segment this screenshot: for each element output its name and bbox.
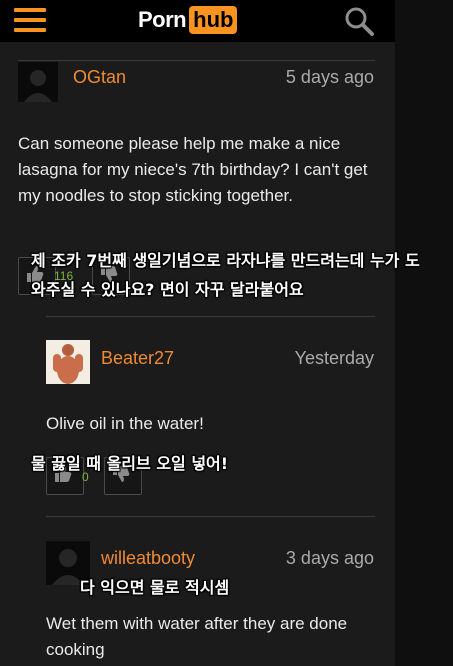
reply-divider: [46, 516, 375, 517]
default-avatar-icon: [18, 62, 58, 102]
logo-text: Porn: [138, 7, 187, 32]
top-navigation-bar: Porn hub: [0, 0, 395, 42]
hamburger-menu-icon[interactable]: [14, 6, 46, 34]
korean-caption: 물 끓일 때 올리브 오일 넣어!: [31, 454, 229, 473]
comment-timestamp: 3 days ago: [285, 548, 374, 568]
comment-divider: [18, 60, 375, 61]
comment-username[interactable]: Beater27: [101, 348, 174, 369]
user-photo-icon: [46, 340, 90, 384]
page-side-margin: [395, 0, 453, 666]
site-logo[interactable]: Porn hub: [138, 5, 238, 35]
comment-timestamp: Yesterday: [294, 348, 374, 368]
comment-timestamp: 5 days ago: [285, 67, 374, 87]
comment-username[interactable]: willeatbooty: [101, 548, 195, 569]
reply-divider: [46, 316, 375, 317]
comment-text: Can someone please help me make a nice l…: [18, 134, 368, 205]
comment-username[interactable]: OGtan: [73, 67, 126, 88]
korean-caption: 제 조카 7번째 생일기념으로 라자냐를 만드려는데 누가 도와주실 수 있나요…: [31, 251, 420, 299]
comment-text: Olive oil in the water!: [46, 414, 204, 433]
search-icon[interactable]: [343, 6, 375, 36]
korean-caption: 다 익으면 물로 적시셈: [80, 578, 230, 597]
comment-text: Wet them with water after they are done …: [46, 614, 348, 659]
avatar[interactable]: [46, 340, 90, 384]
logo-badge: hub: [189, 6, 238, 34]
avatar[interactable]: [18, 62, 58, 102]
